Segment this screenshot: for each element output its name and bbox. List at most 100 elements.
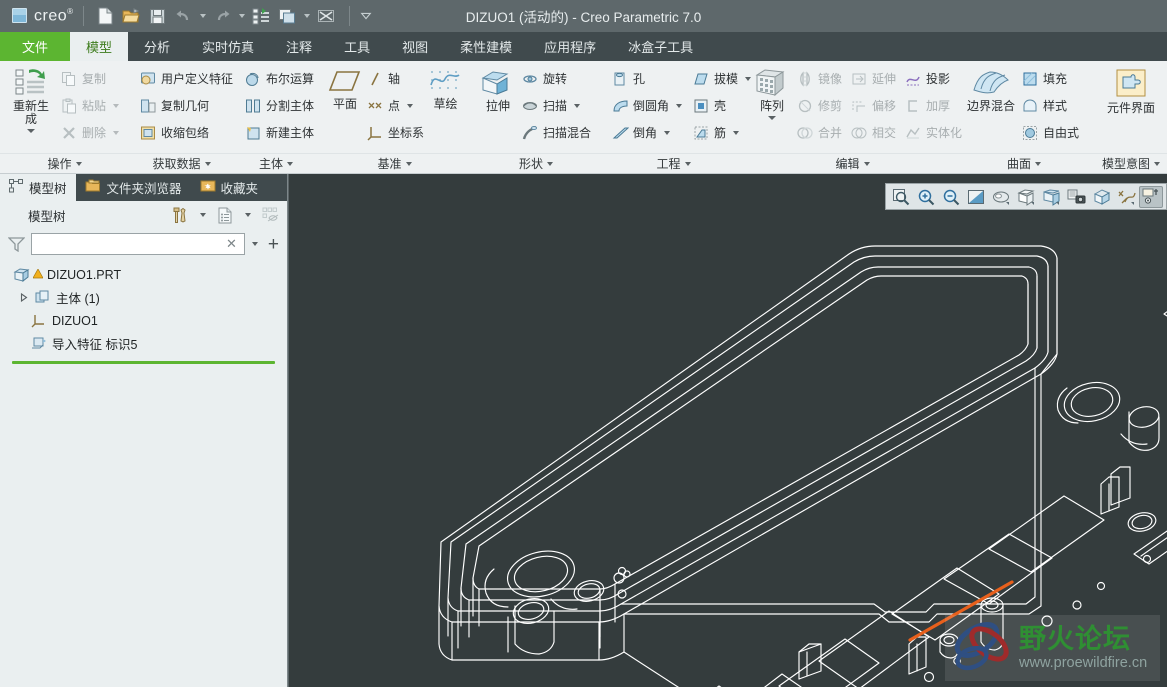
tab-file[interactable]: 文件 xyxy=(0,32,70,61)
split-body-button[interactable]: 分割主体 xyxy=(241,93,317,118)
tab-model[interactable]: 模型 xyxy=(70,32,129,61)
tree-settings-icon[interactable] xyxy=(169,204,191,226)
pattern-dropdown-icon[interactable] xyxy=(768,116,776,120)
display-style-icon[interactable] xyxy=(989,186,1013,208)
style-button[interactable]: 样式 xyxy=(1018,93,1082,118)
tab-tools[interactable]: 工具 xyxy=(328,32,386,61)
tree-item-coordinate-system[interactable]: DIZUO1 xyxy=(0,309,287,332)
freestyle-button[interactable]: 自由式 xyxy=(1018,120,1082,145)
component-interface-button[interactable]: 元件界面 xyxy=(1096,66,1166,115)
view-manager-icon[interactable] xyxy=(1064,186,1088,208)
chamfer-dropdown-icon[interactable] xyxy=(664,130,671,135)
clear-search-icon[interactable]: ✕ xyxy=(223,236,240,252)
paste-button[interactable]: 粘贴 xyxy=(57,93,122,118)
open-file-icon[interactable] xyxy=(119,4,144,28)
datum-point-button[interactable]: 点 xyxy=(363,93,427,118)
graphics-viewport[interactable]: 野火论坛 www.proewildfire.cn xyxy=(289,174,1167,687)
ribbon-group-get-data-title[interactable]: 获取数据 xyxy=(129,153,234,174)
nav-tab-favorites[interactable]: 收藏夹 xyxy=(191,174,268,201)
nav-tab-model-tree[interactable]: 模型树 xyxy=(0,174,76,201)
thicken-button[interactable]: 加厚 xyxy=(901,93,965,118)
merge-button[interactable]: 合并 xyxy=(793,120,845,145)
tab-flexible-modeling[interactable]: 柔性建模 xyxy=(444,32,528,61)
ribbon-group-shapes-title[interactable]: 形状 xyxy=(471,153,601,174)
zoom-in-icon[interactable] xyxy=(914,186,938,208)
zoom-fit-icon[interactable] xyxy=(889,186,913,208)
ribbon-group-datum-title[interactable]: 基准 xyxy=(318,153,471,174)
switch-window-icon[interactable] xyxy=(275,4,300,28)
datum-display-icon[interactable] xyxy=(1014,186,1038,208)
perspective-view-icon[interactable] xyxy=(1089,186,1113,208)
model-tree-search-box[interactable]: ✕ xyxy=(31,233,245,255)
tree-item-import-feature[interactable]: 导入特征 标识5 xyxy=(0,332,287,355)
repaint-icon[interactable] xyxy=(964,186,988,208)
intersect-button[interactable]: 相交 xyxy=(847,120,899,145)
redo-dropdown-icon[interactable] xyxy=(236,4,248,28)
switch-window-dropdown-icon[interactable] xyxy=(301,4,313,28)
paste-dropdown-icon[interactable] xyxy=(113,103,119,108)
rib-dropdown-icon[interactable] xyxy=(733,130,740,135)
draft-button[interactable]: 拔模 xyxy=(689,66,754,91)
boundary-blend-button[interactable]: 边界混合 xyxy=(966,66,1016,113)
expand-bodies-icon[interactable] xyxy=(18,293,30,302)
nav-tab-folder-browser[interactable]: 文件夹浏览器 xyxy=(76,174,191,201)
tab-annotate[interactable]: 注释 xyxy=(270,32,328,61)
add-filter-icon[interactable]: + xyxy=(266,235,281,254)
tree-filter-off-icon[interactable] xyxy=(259,204,281,226)
extrude-button[interactable]: 拉伸 xyxy=(478,66,518,113)
tab-icebox-tools[interactable]: 冰盒子工具 xyxy=(612,32,709,61)
offset-button[interactable]: 偏移 xyxy=(847,93,899,118)
tree-columns-dropdown-icon[interactable] xyxy=(242,204,253,226)
datum-axis-button[interactable]: 轴 xyxy=(363,66,427,91)
solidify-button[interactable]: 实体化 xyxy=(901,120,965,145)
regenerate-dropdown-icon[interactable] xyxy=(26,129,35,133)
undo-icon[interactable] xyxy=(171,4,196,28)
saved-orientations-icon[interactable] xyxy=(1039,186,1063,208)
tab-applications[interactable]: 应用程序 xyxy=(528,32,612,61)
round-button[interactable]: 倒圆角 xyxy=(608,93,685,118)
shrinkwrap-button[interactable]: 收缩包络 xyxy=(136,120,236,145)
copy-button[interactable]: 复制 xyxy=(57,66,122,91)
tab-live-sim[interactable]: 实时仿真 xyxy=(186,32,270,61)
hole-button[interactable]: 孔 xyxy=(608,66,685,91)
ribbon-group-editing-title[interactable]: 编辑 xyxy=(746,153,959,174)
sweep-dropdown-icon[interactable] xyxy=(574,103,580,108)
delete-button[interactable]: 删除 xyxy=(57,120,122,145)
round-dropdown-icon[interactable] xyxy=(676,103,683,108)
boolean-button[interactable]: 布尔运算 xyxy=(241,66,317,91)
ribbon-group-surfaces-title[interactable]: 曲面 xyxy=(959,153,1089,174)
tree-item-bodies[interactable]: 主体 (1) xyxy=(0,286,287,309)
coordinate-system-button[interactable]: 坐标系 xyxy=(363,120,427,145)
model-tree-search-input[interactable] xyxy=(36,237,223,251)
regenerate-button[interactable]: 重新生成 xyxy=(7,66,55,133)
shell-button[interactable]: 壳 xyxy=(689,93,754,118)
datum-plane-button[interactable]: 平面 xyxy=(325,66,365,111)
ribbon-group-engineering-title[interactable]: 工程 xyxy=(601,153,746,174)
save-icon[interactable] xyxy=(145,4,170,28)
fill-button[interactable]: 填充 xyxy=(1018,66,1082,91)
tree-settings-dropdown-icon[interactable] xyxy=(197,204,208,226)
regenerate-icon[interactable] xyxy=(249,4,274,28)
project-button[interactable]: 投影 xyxy=(901,66,965,91)
ribbon-group-operations-title[interactable]: 操作 xyxy=(0,153,129,174)
ribbon-group-bodies-title[interactable]: 主体 xyxy=(234,153,318,174)
sweep-button[interactable]: 扫描 xyxy=(518,93,594,118)
tree-item-part[interactable]: DIZUO1.PRT xyxy=(0,263,287,286)
new-body-button[interactable]: 新建主体 xyxy=(241,120,317,145)
swept-blend-button[interactable]: 扫描混合 xyxy=(518,120,594,145)
datum-point-dropdown-icon[interactable] xyxy=(407,103,414,108)
udf-button[interactable]: 用户定义特征 xyxy=(136,66,236,91)
sketch-button[interactable]: 草绘 xyxy=(427,66,464,111)
search-history-dropdown-icon[interactable] xyxy=(250,233,261,255)
pattern-button[interactable]: 阵列 xyxy=(753,66,791,120)
customize-qat-icon[interactable] xyxy=(360,4,372,28)
tab-view[interactable]: 视图 xyxy=(386,32,444,61)
tree-columns-icon[interactable] xyxy=(214,204,236,226)
trim-button[interactable]: 修剪 xyxy=(793,93,845,118)
delete-dropdown-icon[interactable] xyxy=(113,130,119,135)
chamfer-button[interactable]: 倒角 xyxy=(608,120,685,145)
rib-button[interactable]: 筋 xyxy=(689,120,754,145)
revolve-button[interactable]: 旋转 xyxy=(518,66,594,91)
spin-center-icon[interactable] xyxy=(1139,185,1163,208)
close-window-icon[interactable] xyxy=(314,4,339,28)
